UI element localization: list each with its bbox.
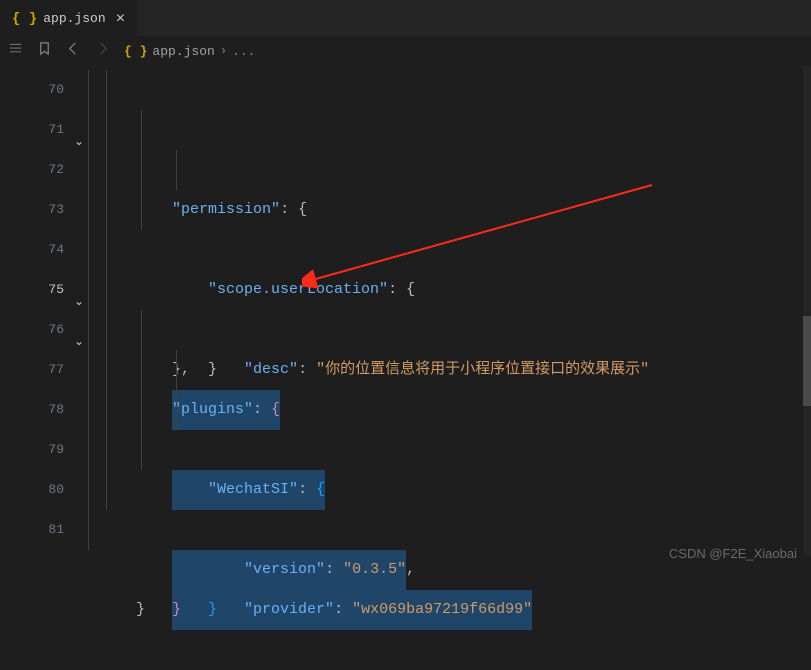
breadcrumb[interactable]: { } app.json › ... [124, 44, 255, 59]
close-icon[interactable]: × [112, 8, 130, 30]
code-line: "plugins": { [82, 270, 811, 310]
code-line: "desc": "你的位置信息将用于小程序位置接口的效果展示" [82, 150, 811, 190]
overview-ruler[interactable] [803, 66, 811, 556]
line-number: 77 [0, 350, 82, 390]
line-number: 70 [0, 70, 82, 110]
nav-forward-icon[interactable] [95, 41, 110, 61]
nav-back-icon[interactable] [66, 41, 81, 61]
tab-label: app.json [43, 11, 105, 26]
line-number: 81 [0, 510, 82, 550]
code-line: "version": "0.3.5", [82, 350, 811, 390]
line-number: 72 [0, 150, 82, 190]
line-number: 79 [0, 430, 82, 470]
line-number: 73 [0, 190, 82, 230]
code-line: "scope.userLocation": { [82, 110, 811, 150]
code-line: "provider": "wx069ba97219f66d99" [82, 390, 811, 430]
code-line: "WechatSI": { [82, 310, 811, 350]
list-icon[interactable] [8, 41, 23, 61]
breadcrumb-more: ... [232, 44, 255, 59]
editor-action-bar: { } app.json › ... [0, 36, 811, 66]
line-number: 78 [0, 390, 82, 430]
watermark: CSDN @F2E_Xiaobai [669, 546, 797, 561]
json-file-icon: { } [12, 11, 37, 27]
line-number: 74 [0, 230, 82, 270]
line-gutter: 70 ⌄71 72 73 74 ⌄75 ⌄76 77 78 79 80 81 [0, 66, 82, 571]
line-number: ⌄71 [0, 110, 82, 150]
line-number: ⌄76 [0, 310, 82, 350]
code-content[interactable]: "permission": { "scope.userLocation": { … [82, 66, 811, 571]
tab-bar: { } app.json × [0, 0, 811, 36]
editor-area[interactable]: 70 ⌄71 72 73 74 ⌄75 ⌄76 77 78 79 80 81 "… [0, 66, 811, 571]
tab-appjson[interactable]: { } app.json × [0, 0, 137, 36]
chevron-right-icon: › [220, 44, 227, 58]
line-number: ⌄75 [0, 270, 82, 310]
code-line: "permission": { [82, 70, 811, 110]
code-line: }, [82, 230, 811, 270]
breadcrumb-file: app.json [152, 44, 214, 59]
bookmark-icon[interactable] [37, 41, 52, 61]
line-number: 80 [0, 470, 82, 510]
json-file-icon: { } [124, 44, 147, 59]
code-line: } [82, 430, 811, 470]
code-line: } [82, 470, 811, 510]
code-line: } [82, 510, 811, 550]
code-line: } [82, 190, 811, 230]
